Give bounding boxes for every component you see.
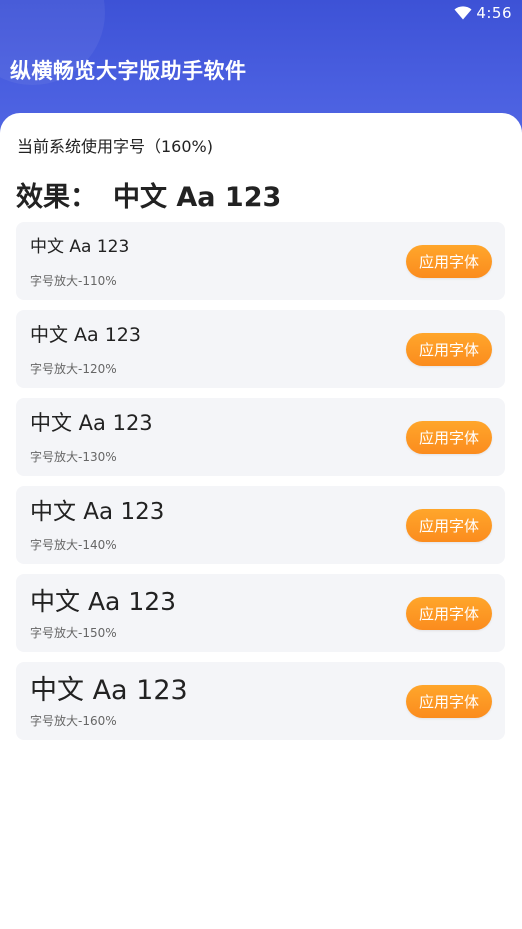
system-font-size-label: 当前系统使用字号（160%) bbox=[17, 137, 213, 156]
font-option-card: 中文 Aa 123 字号放大-140% 应用字体 bbox=[16, 486, 505, 564]
apply-font-button[interactable]: 应用字体 bbox=[406, 685, 492, 718]
apply-font-button[interactable]: 应用字体 bbox=[406, 245, 492, 278]
font-scale-caption: 字号放大-150% bbox=[30, 626, 117, 640]
font-scale-caption: 字号放大-140% bbox=[30, 538, 117, 552]
font-scale-caption: 字号放大-130% bbox=[30, 450, 117, 464]
font-sample: 中文 Aa 123 bbox=[30, 587, 177, 616]
font-sample: 中文 Aa 123 bbox=[30, 675, 188, 706]
effect-label: 效果： bbox=[16, 182, 97, 213]
effect-sample: 中文 Aa 123 bbox=[113, 182, 282, 213]
font-sample: 中文 Aa 123 bbox=[30, 324, 141, 346]
main-content: 当前系统使用字号（160%) 效果： 中文 Aa 123 中文 Aa 123 字号… bbox=[0, 113, 522, 929]
font-scale-caption: 字号放大-160% bbox=[30, 714, 117, 728]
apply-font-button[interactable]: 应用字体 bbox=[406, 333, 492, 366]
font-scale-caption: 字号放大-120% bbox=[30, 362, 117, 376]
font-option-card: 中文 Aa 123 字号放大-150% 应用字体 bbox=[16, 574, 505, 652]
font-option-card: 中文 Aa 123 字号放大-160% 应用字体 bbox=[16, 662, 505, 740]
page-title: 纵横畅览大字版助手软件 bbox=[10, 59, 247, 83]
font-sample: 中文 Aa 123 bbox=[30, 411, 153, 435]
wifi-icon bbox=[454, 6, 472, 20]
font-scale-caption: 字号放大-110% bbox=[30, 274, 117, 288]
font-option-card: 中文 Aa 123 字号放大-130% 应用字体 bbox=[16, 398, 505, 476]
font-option-card: 中文 Aa 123 字号放大-110% 应用字体 bbox=[16, 222, 505, 300]
font-sample: 中文 Aa 123 bbox=[30, 237, 130, 257]
effect-preview: 效果： 中文 Aa 123 bbox=[16, 175, 281, 214]
apply-font-button[interactable]: 应用字体 bbox=[406, 509, 492, 542]
font-option-card: 中文 Aa 123 字号放大-120% 应用字体 bbox=[16, 310, 505, 388]
status-bar: 4:56 bbox=[0, 0, 522, 28]
apply-font-button[interactable]: 应用字体 bbox=[406, 421, 492, 454]
font-sample: 中文 Aa 123 bbox=[30, 499, 165, 525]
apply-font-button[interactable]: 应用字体 bbox=[406, 597, 492, 630]
status-time: 4:56 bbox=[476, 4, 512, 22]
